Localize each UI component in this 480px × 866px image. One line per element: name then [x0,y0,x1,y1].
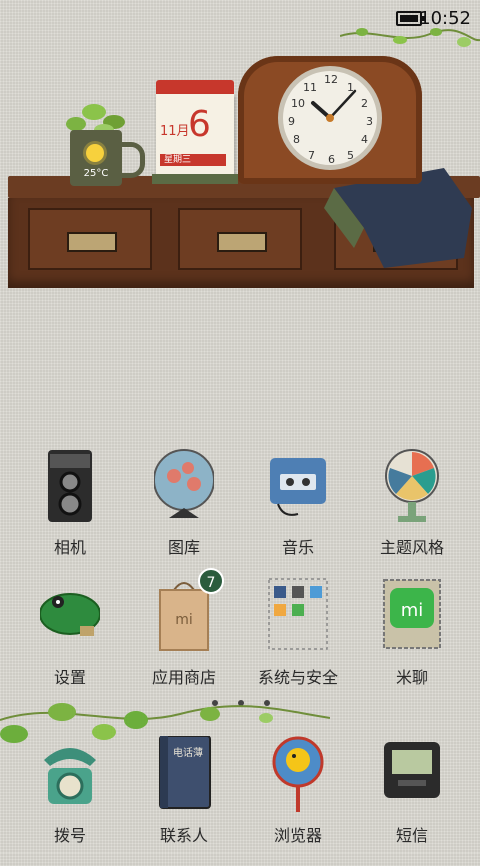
drawer-handle-icon [217,232,267,252]
camera-icon [48,450,92,522]
security-folder-icon [268,578,328,650]
app-label: 图库 [167,538,200,557]
app-label: 浏览器 [273,826,322,845]
gallery-icon [154,449,214,518]
app-music[interactable]: 音乐 [238,448,358,578]
app-settings[interactable]: 设置 [10,578,130,708]
app-label: 系统与安全 [257,668,338,687]
app-label: 主题风格 [379,538,444,557]
drawer-handle-icon [67,232,117,252]
calendar-stand [152,174,238,184]
desk-widget[interactable]: 25°C 11月 6 星期三 12 1 2 3 4 5 6 7 8 9 10 1… [0,50,480,288]
fan-theme-icon [385,449,439,522]
app-themes[interactable]: 主题风格 [352,448,472,578]
weather-temperature: 25°C [83,168,109,179]
svg-text:mi: mi [401,600,424,621]
calendar-weekday: 星期三 [160,154,226,166]
app-contacts[interactable]: 电话薄 联系人 [124,736,244,866]
address-book-icon: 电话薄 [159,736,211,809]
app-gallery[interactable]: 图库 [124,448,244,578]
folder-system-security[interactable]: 系统与安全 [238,578,358,708]
clock-widget[interactable]: 12 1 2 3 4 5 6 7 8 9 10 11 [238,56,422,184]
app-label: 设置 [53,668,86,687]
app-camera[interactable]: 相机 [10,448,130,578]
calendar-day: 6 [188,104,211,145]
app-label: 米聊 [395,668,428,687]
app-label: 相机 [53,538,86,557]
mi-stamp-icon: mi [383,579,441,649]
app-messages[interactable]: 短信 [352,736,472,866]
drawer [28,208,152,270]
mug-handle [118,142,145,178]
clock-face: 12 1 2 3 4 5 6 7 8 9 10 11 [278,66,382,170]
drawer [178,208,302,270]
duck-drum-icon [272,736,324,812]
music-player-icon [270,458,326,516]
rotary-phone-icon [44,748,96,804]
badge-count: 7 [198,568,224,594]
pager-icon [384,742,440,798]
calendar-widget[interactable]: 11月 6 星期三 [152,80,238,184]
app-label: 音乐 [281,538,314,557]
address-book-text: 电话薄 [173,746,203,759]
app-label: 拨号 [53,826,86,845]
sun-icon [86,144,104,162]
clock-hands-icon [311,89,357,122]
calendar-month: 11月 [160,124,190,139]
app-store[interactable]: mi 7 应用商店 [124,568,244,708]
svg-text:mi: mi [175,612,193,628]
app-label: 短信 [395,826,428,845]
app-label: 联系人 [159,826,208,845]
app-browser[interactable]: 浏览器 [238,736,358,866]
app-miliao[interactable]: mi 米聊 [352,578,472,708]
app-dialer[interactable]: 拨号 [10,736,130,866]
app-label: 应用商店 [151,668,216,687]
settings-frog-icon [40,593,100,636]
